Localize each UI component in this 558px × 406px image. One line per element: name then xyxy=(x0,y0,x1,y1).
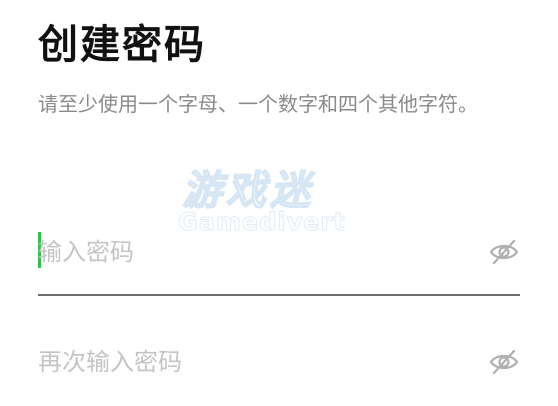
eye-off-icon[interactable] xyxy=(488,236,520,268)
create-password-screen: 创建密码 请至少使用一个字母、一个数字和四个其他字符。 游戏迷 Gamedive… xyxy=(0,0,558,406)
field-divider xyxy=(38,294,520,296)
confirm-password-input[interactable] xyxy=(38,334,468,390)
watermark-cn-text: 游戏迷 xyxy=(181,167,314,215)
password-requirements-text: 请至少使用一个字母、一个数字和四个其他字符。 xyxy=(38,92,478,116)
confirm-password-field[interactable] xyxy=(38,334,520,390)
password-input[interactable] xyxy=(38,224,468,280)
password-field[interactable] xyxy=(38,224,520,280)
page-title: 创建密码 xyxy=(38,22,206,68)
eye-off-icon[interactable] xyxy=(488,346,520,378)
